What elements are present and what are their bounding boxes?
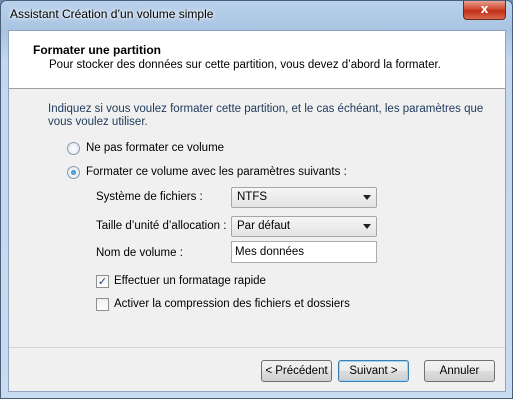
back-button[interactable]: < Précédent	[261, 360, 332, 382]
volume-name-value: Mes données	[235, 246, 305, 258]
volume-name-label: Nom de volume :	[96, 247, 183, 259]
compression-label: Activer la compression des fichiers et d…	[114, 298, 350, 310]
radio-no-format-label: Ne pas formater ce volume	[86, 142, 225, 154]
window-title: Assistant Création d’un volume simple	[10, 7, 214, 21]
radio-format-button[interactable]	[67, 165, 80, 179]
footer-divider	[9, 347, 505, 348]
radio-no-format[interactable]: Ne pas formater ce volume	[67, 140, 224, 156]
wizard-content: Formater une partition Pour stocker des …	[8, 30, 506, 392]
radio-format[interactable]: Formater ce volume avec les paramètres s…	[67, 164, 347, 180]
allocation-value: Par défaut	[237, 220, 291, 232]
quick-format-checkbox-row[interactable]: ✓ Effectuer un formatage rapide	[96, 273, 266, 289]
allocation-select[interactable]: Par défaut	[231, 216, 377, 237]
radio-format-label: Formater ce volume avec les paramètres s…	[86, 166, 347, 178]
next-button[interactable]: Suivant >	[338, 360, 409, 382]
volume-name-input[interactable]: Mes données	[231, 241, 377, 263]
intro-text: Indiquez si vous voulez formater cette p…	[48, 103, 484, 128]
title-bar[interactable]: Assistant Création d’un volume simple x	[1, 1, 512, 29]
close-button[interactable]: x	[463, 1, 506, 20]
quick-format-checkbox[interactable]: ✓	[96, 274, 109, 288]
cancel-button[interactable]: Annuler	[424, 360, 495, 382]
close-icon: x	[480, 2, 489, 16]
page-subtitle: Pour stocker des données sur cette parti…	[49, 59, 441, 71]
chevron-down-icon	[363, 224, 371, 229]
wizard-window: Assistant Création d’un volume simple x …	[0, 0, 513, 399]
chevron-down-icon	[363, 195, 371, 200]
wizard-header: Formater une partition Pour stocker des …	[9, 31, 505, 89]
filesystem-value: NTFS	[237, 191, 268, 203]
quick-format-label: Effectuer un formatage rapide	[114, 275, 266, 287]
compression-checkbox-row[interactable]: Activer la compression des fichiers et d…	[96, 296, 350, 312]
filesystem-label: Système de fichiers :	[96, 191, 203, 203]
radio-no-format-button[interactable]	[67, 141, 80, 155]
page-title: Formater une partition	[33, 43, 162, 57]
filesystem-select[interactable]: NTFS	[231, 187, 377, 208]
compression-checkbox[interactable]	[96, 297, 109, 311]
allocation-label: Taille d’unité d’allocation :	[96, 220, 227, 232]
